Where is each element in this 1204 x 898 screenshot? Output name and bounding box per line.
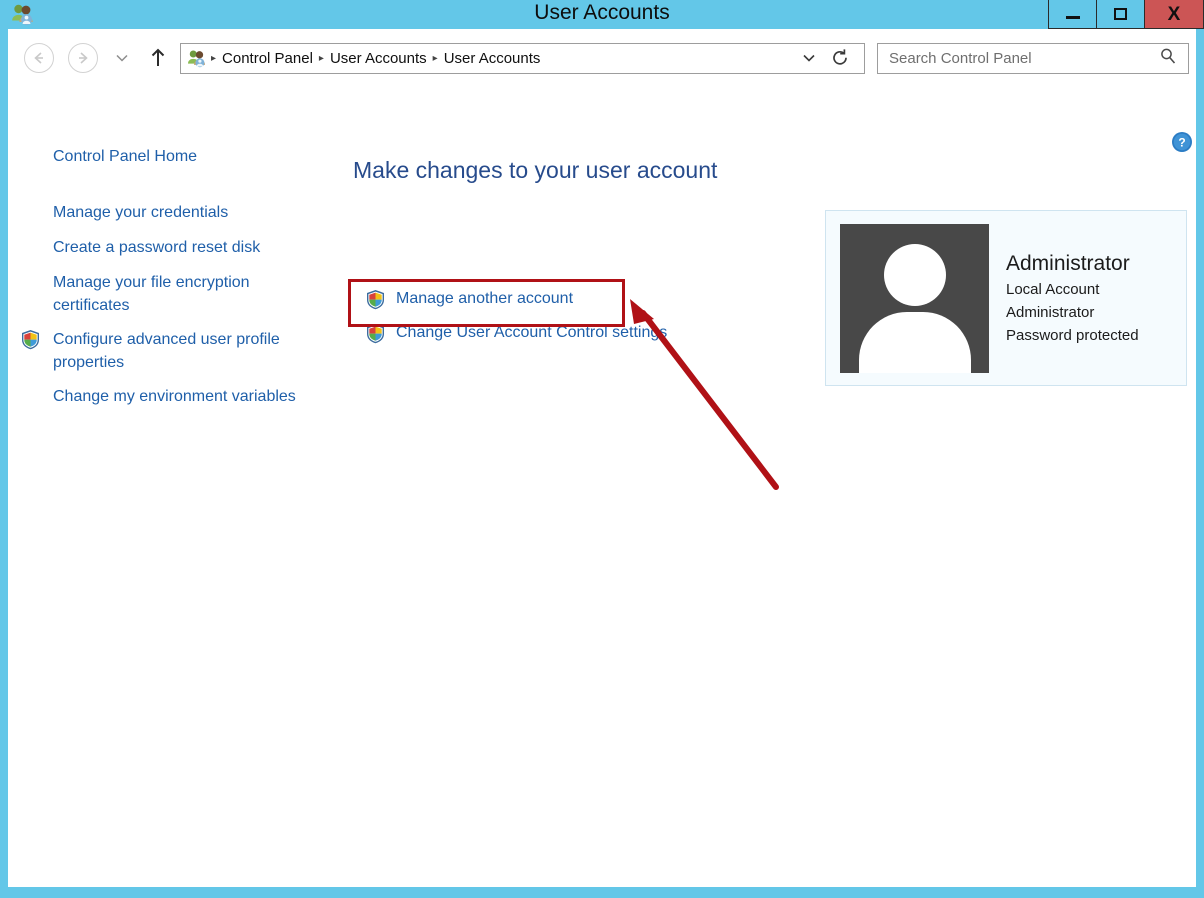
user-avatar-icon: [883, 244, 946, 306]
close-button[interactable]: X: [1144, 0, 1204, 29]
recent-locations-button[interactable]: [112, 49, 132, 67]
minimize-button[interactable]: [1048, 0, 1096, 29]
user-accounts-window: User Accounts X ▸ Control Panel ▸ User A…: [0, 0, 1204, 898]
chevron-down-icon: [116, 54, 128, 62]
breadcrumb-separator: ▸: [211, 52, 217, 64]
chevron-down-icon: [803, 54, 815, 62]
sidebar-item-label: Create a password reset disk: [53, 239, 261, 256]
caption-buttons: X: [1048, 0, 1204, 29]
sidebar: Control Panel Home Manage your credentia…: [8, 91, 338, 887]
shield-icon: [366, 323, 385, 344]
maximize-button[interactable]: [1096, 0, 1144, 29]
search-input[interactable]: Search Control Panel: [889, 50, 1159, 67]
breadcrumb-item-user-accounts-current[interactable]: User Accounts: [439, 50, 546, 67]
back-button[interactable]: [24, 43, 54, 73]
window-title: User Accounts: [534, 1, 670, 24]
task-link-label: Manage another account: [396, 290, 574, 307]
account-password-status: Password protected: [1006, 327, 1139, 344]
close-icon: X: [1167, 3, 1181, 25]
sidebar-item-label: Manage your file encryption certificates: [53, 274, 250, 314]
maximize-icon: [1114, 8, 1127, 20]
breadcrumb-item-control-panel[interactable]: Control Panel: [217, 50, 318, 67]
shield-icon: [366, 289, 385, 310]
up-level-button[interactable]: [144, 44, 172, 72]
page-title: Make changes to your user account: [353, 157, 718, 183]
sidebar-item-advanced-user-profile[interactable]: Configure advanced user profile properti…: [22, 328, 303, 374]
address-dropdown-button[interactable]: [802, 51, 816, 66]
avatar: [840, 224, 989, 373]
task-change-uac-settings[interactable]: Change User Account Control settings: [352, 316, 772, 350]
breadcrumb-separator: ▸: [318, 52, 324, 64]
task-manage-another-account[interactable]: Manage another account: [352, 282, 772, 316]
sidebar-item-label: Configure advanced user profile properti…: [53, 331, 280, 371]
forward-arrow-icon: [79, 52, 88, 64]
account-role: Administrator: [1006, 304, 1095, 321]
account-info: Administrator Local Account Administrato…: [1006, 251, 1181, 347]
client-area: ▸ Control Panel ▸ User Accounts ▸ User A…: [8, 29, 1196, 887]
sidebar-item-label: Manage your credentials: [53, 204, 229, 221]
breadcrumb: ▸ Control Panel ▸ User Accounts ▸ User A…: [210, 50, 545, 67]
breadcrumb-separator: ▸: [432, 52, 438, 64]
search-box[interactable]: Search Control Panel: [877, 43, 1189, 74]
user-accounts-icon: [186, 49, 208, 69]
user-avatar-body: [858, 312, 971, 373]
account-name: Administrator: [1006, 252, 1130, 275]
current-account-panel: Administrator Local Account Administrato…: [825, 210, 1187, 386]
back-arrow-icon: [34, 52, 43, 64]
sidebar-item-label: Change my environment variables: [53, 388, 296, 405]
task-link-list: Manage another account Change User Accou…: [352, 282, 772, 350]
sidebar-item-control-panel-home[interactable]: Control Panel Home: [53, 148, 197, 166]
sidebar-item-password-reset-disk[interactable]: Create a password reset disk: [53, 236, 303, 260]
forward-button[interactable]: [68, 43, 98, 73]
refresh-icon: [833, 49, 847, 65]
breadcrumb-item-user-accounts[interactable]: User Accounts: [325, 50, 432, 67]
main-content: Make changes to your user account Manage…: [338, 91, 1196, 887]
navigation-toolbar: ▸ Control Panel ▸ User Accounts ▸ User A…: [8, 29, 1196, 91]
sidebar-item-manage-credentials[interactable]: Manage your credentials: [53, 201, 303, 225]
minimize-icon: [1065, 16, 1080, 19]
title-bar: User Accounts X: [0, 0, 1204, 29]
account-type: Local Account: [1006, 281, 1100, 298]
up-arrow-icon: [151, 48, 165, 66]
search-icon: [1159, 47, 1177, 70]
sidebar-item-environment-variables[interactable]: Change my environment variables: [53, 385, 303, 408]
sidebar-task-list: Manage your credentials Create a passwor…: [22, 201, 303, 419]
refresh-button[interactable]: [831, 48, 850, 73]
address-bar[interactable]: ▸ Control Panel ▸ User Accounts ▸ User A…: [180, 43, 865, 74]
task-link-label: Change User Account Control settings: [396, 324, 668, 341]
shield-icon: [21, 329, 40, 350]
sidebar-item-file-encryption-certificates[interactable]: Manage your file encryption certificates: [53, 271, 303, 317]
